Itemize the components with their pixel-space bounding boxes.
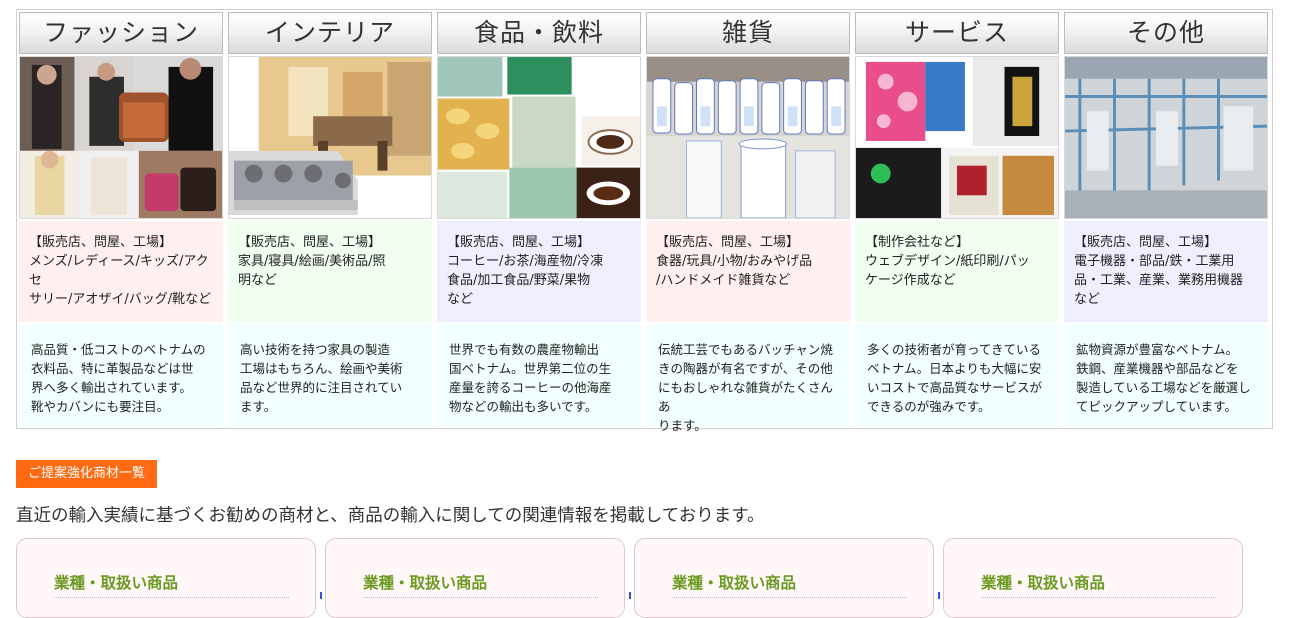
category-types: 【販売店、問屋、工場】 コーヒー/お茶/海産物/冷凍 食品/加工食品/野菜/果物…	[437, 221, 641, 322]
card-edge	[938, 592, 940, 599]
category-types: 【販売店、問屋、工場】 電子機器・部品/鉄・工業用 品・工業、産業、業務用機器 …	[1064, 221, 1268, 322]
card-title: 業種・取扱い商品	[363, 574, 488, 592]
type-line: 【販売店、問屋、工場】	[447, 235, 591, 250]
section-lead-text: 直近の輸入実績に基づくお勧めの商材と、商品の輸入に関しての関連情報を掲載しており…	[16, 506, 765, 526]
service-photo[interactable]	[855, 56, 1059, 219]
other-photo[interactable]	[1064, 56, 1268, 219]
category-description: 鉱物資源が豊富なベトナム。 鉄鋼、産業機器や部品などを 製造している工場などを厳…	[1064, 324, 1268, 426]
type-line: 明など	[238, 273, 278, 288]
type-line: /ハンドメイド雑貨など	[656, 273, 791, 288]
type-line: 食器/玩具/小物/おみやげ品	[656, 254, 813, 269]
desc-line: 高い技術を持つ家具の製造	[240, 342, 391, 357]
category-types: 【販売店、問屋、工場】 食器/玩具/小物/おみやげ品 /ハンドメイド雑貨など	[646, 221, 850, 322]
card-title: 業種・取扱い商品	[672, 574, 797, 592]
type-line: 【販売店、問屋、工場】	[656, 235, 800, 250]
category-interior[interactable]: インテリア 【販売店、問屋、工場】 家具/寝具/絵画/美術品/照 明など 高い技…	[226, 10, 434, 428]
type-line: など	[447, 292, 474, 307]
category-description: 高品質・低コストのベトナムの 衣料品、特に革製品などは世 界へ多く輸出されていま…	[19, 324, 223, 426]
type-line: 【制作会社など】	[865, 235, 970, 250]
desc-line: 衣料品、特に革製品などは世	[31, 361, 194, 376]
desc-line: いコストで高品質なサービスが	[867, 380, 1043, 395]
desc-line: 高品質・低コストのベトナムの	[31, 342, 206, 357]
category-types: 【販売店、問屋、工場】 メンズ/レディース/キッズ/アクセ サリー/アオザイ/バ…	[19, 221, 223, 322]
category-title[interactable]: サービス	[855, 12, 1059, 54]
category-food[interactable]: 食品・飲料 【販売店、問屋、工場】 コーヒー/お茶/海産物/冷凍 食品/加工食品…	[435, 10, 643, 428]
card-title: 業種・取扱い商品	[981, 574, 1106, 592]
category-grid: ファッション 【販売店、問屋、工場】 メンズ/レディース/キッズ/アクセ サリー…	[16, 9, 1273, 433]
type-line: コーヒー/お茶/海産物/冷凍	[447, 254, 604, 269]
food-photo[interactable]	[437, 56, 641, 219]
category-fashion[interactable]: ファッション 【販売店、問屋、工場】 メンズ/レディース/キッズ/アクセ サリー…	[17, 10, 225, 428]
type-line: 【販売店、問屋、工場】	[29, 235, 173, 250]
desc-line: 国ベトナム。世界第二位の生	[449, 361, 612, 376]
card-edge	[320, 592, 322, 599]
category-types: 【制作会社など】 ウェブデザイン/紙印刷/パッ ケージ作成など	[855, 221, 1059, 322]
desc-line: 多くの技術者が育ってきている	[867, 342, 1042, 357]
type-line: 品・工業、産業、業務用機器	[1074, 273, 1244, 288]
product-card[interactable]: 業種・取扱い商品	[634, 538, 934, 618]
desc-line: 鉄鋼、産業機器や部品などを	[1076, 361, 1239, 376]
desc-line: 鉱物資源が豊富なベトナム。	[1076, 342, 1239, 357]
card-edge	[629, 592, 631, 599]
goods-photo[interactable]	[646, 56, 850, 219]
category-description: 多くの技術者が育ってきている ベトナム。日本よりも大幅に安 いコストで高品質なサ…	[855, 324, 1059, 426]
type-line: 【販売店、問屋、工場】	[1074, 235, 1218, 250]
card-title: 業種・取扱い商品	[54, 574, 179, 592]
desc-line: 伝統工芸でもあるバッチャン焼	[658, 342, 833, 357]
divider	[363, 597, 598, 598]
type-line: サリー/アオザイ/バッグ/靴など	[29, 292, 212, 307]
desc-line: 物などの輸出も多いです。	[449, 399, 598, 414]
desc-line: 産量を誇るコーヒーの他海産	[449, 380, 612, 395]
category-description: 高い技術を持つ家具の製造 工場はもちろん、絵画や美術 品など世界的に注目されてい…	[228, 324, 432, 426]
product-card[interactable]: 業種・取扱い商品	[943, 538, 1243, 618]
type-line: ケージ作成など	[865, 273, 956, 288]
desc-line: 品など世界的に注目されてい	[240, 380, 403, 395]
category-description: 伝統工芸でもあるバッチャン焼 きの陶器が有名ですが、その他 にもおしゃれな雑貨が…	[646, 324, 850, 433]
type-line: 食品/加工食品/野菜/果物	[447, 273, 591, 288]
divider	[54, 597, 289, 598]
category-goods[interactable]: 雑貨 【販売店、問屋、工場】 食器/玩具/小物/おみやげ品 /ハンドメイド雑貨な…	[644, 10, 852, 433]
desc-line: 界へ多く輸出されています。	[31, 380, 192, 395]
product-card[interactable]: 業種・取扱い商品	[16, 538, 316, 618]
desc-line: ます。	[240, 399, 277, 414]
category-description: 世界でも有数の農産物輸出 国ベトナム。世界第二位の生 産量を誇るコーヒーの他海産…	[437, 324, 641, 426]
desc-line: 靴やカバンにも要注目。	[31, 399, 170, 414]
desc-line: できるのが強みです。	[867, 399, 991, 414]
type-line: など	[1074, 292, 1101, 307]
interior-photo[interactable]	[228, 56, 432, 219]
desc-line: きの陶器が有名ですが、その他	[658, 361, 833, 376]
category-title[interactable]: ファッション	[19, 12, 223, 54]
desc-line: ベトナム。日本よりも大幅に安	[867, 361, 1042, 376]
desc-line: 工場はもちろん、絵画や美術	[240, 361, 403, 376]
product-card[interactable]: 業種・取扱い商品	[325, 538, 625, 618]
desc-line: 製造している工場などを厳選し	[1076, 380, 1251, 395]
divider	[981, 597, 1216, 598]
type-line: 家具/寝具/絵画/美術品/照	[238, 254, 386, 269]
desc-line: ります。	[658, 418, 707, 433]
divider	[672, 597, 907, 598]
category-other[interactable]: その他 【販売店、問屋、工場】 電子機器・部品/鉄・工業用 品・工業、産業、業務…	[1062, 10, 1270, 428]
section-heading-badge: ご提案強化商材一覧	[16, 460, 158, 488]
desc-line: にもおしゃれな雑貨がたくさんあ	[658, 380, 834, 414]
category-title[interactable]: 雑貨	[646, 12, 850, 54]
type-line: 【販売店、問屋、工場】	[238, 235, 382, 250]
type-line: ウェブデザイン/紙印刷/パッ	[865, 254, 1030, 269]
fashion-photo[interactable]	[19, 56, 223, 219]
category-types: 【販売店、問屋、工場】 家具/寝具/絵画/美術品/照 明など	[228, 221, 432, 322]
type-line: 電子機器・部品/鉄・工業用	[1074, 254, 1235, 269]
category-service[interactable]: サービス 【制作会社など】 ウェブデザイン/紙印刷/パッ ケージ作成など 多くの…	[853, 10, 1061, 428]
category-title[interactable]: インテリア	[228, 12, 432, 54]
category-title[interactable]: その他	[1064, 12, 1268, 54]
category-title[interactable]: 食品・飲料	[437, 12, 641, 54]
desc-line: 世界でも有数の農産物輸出	[449, 342, 600, 357]
desc-line: てピックアップしています。	[1076, 399, 1237, 414]
type-line: メンズ/レディース/キッズ/アクセ	[29, 254, 209, 288]
